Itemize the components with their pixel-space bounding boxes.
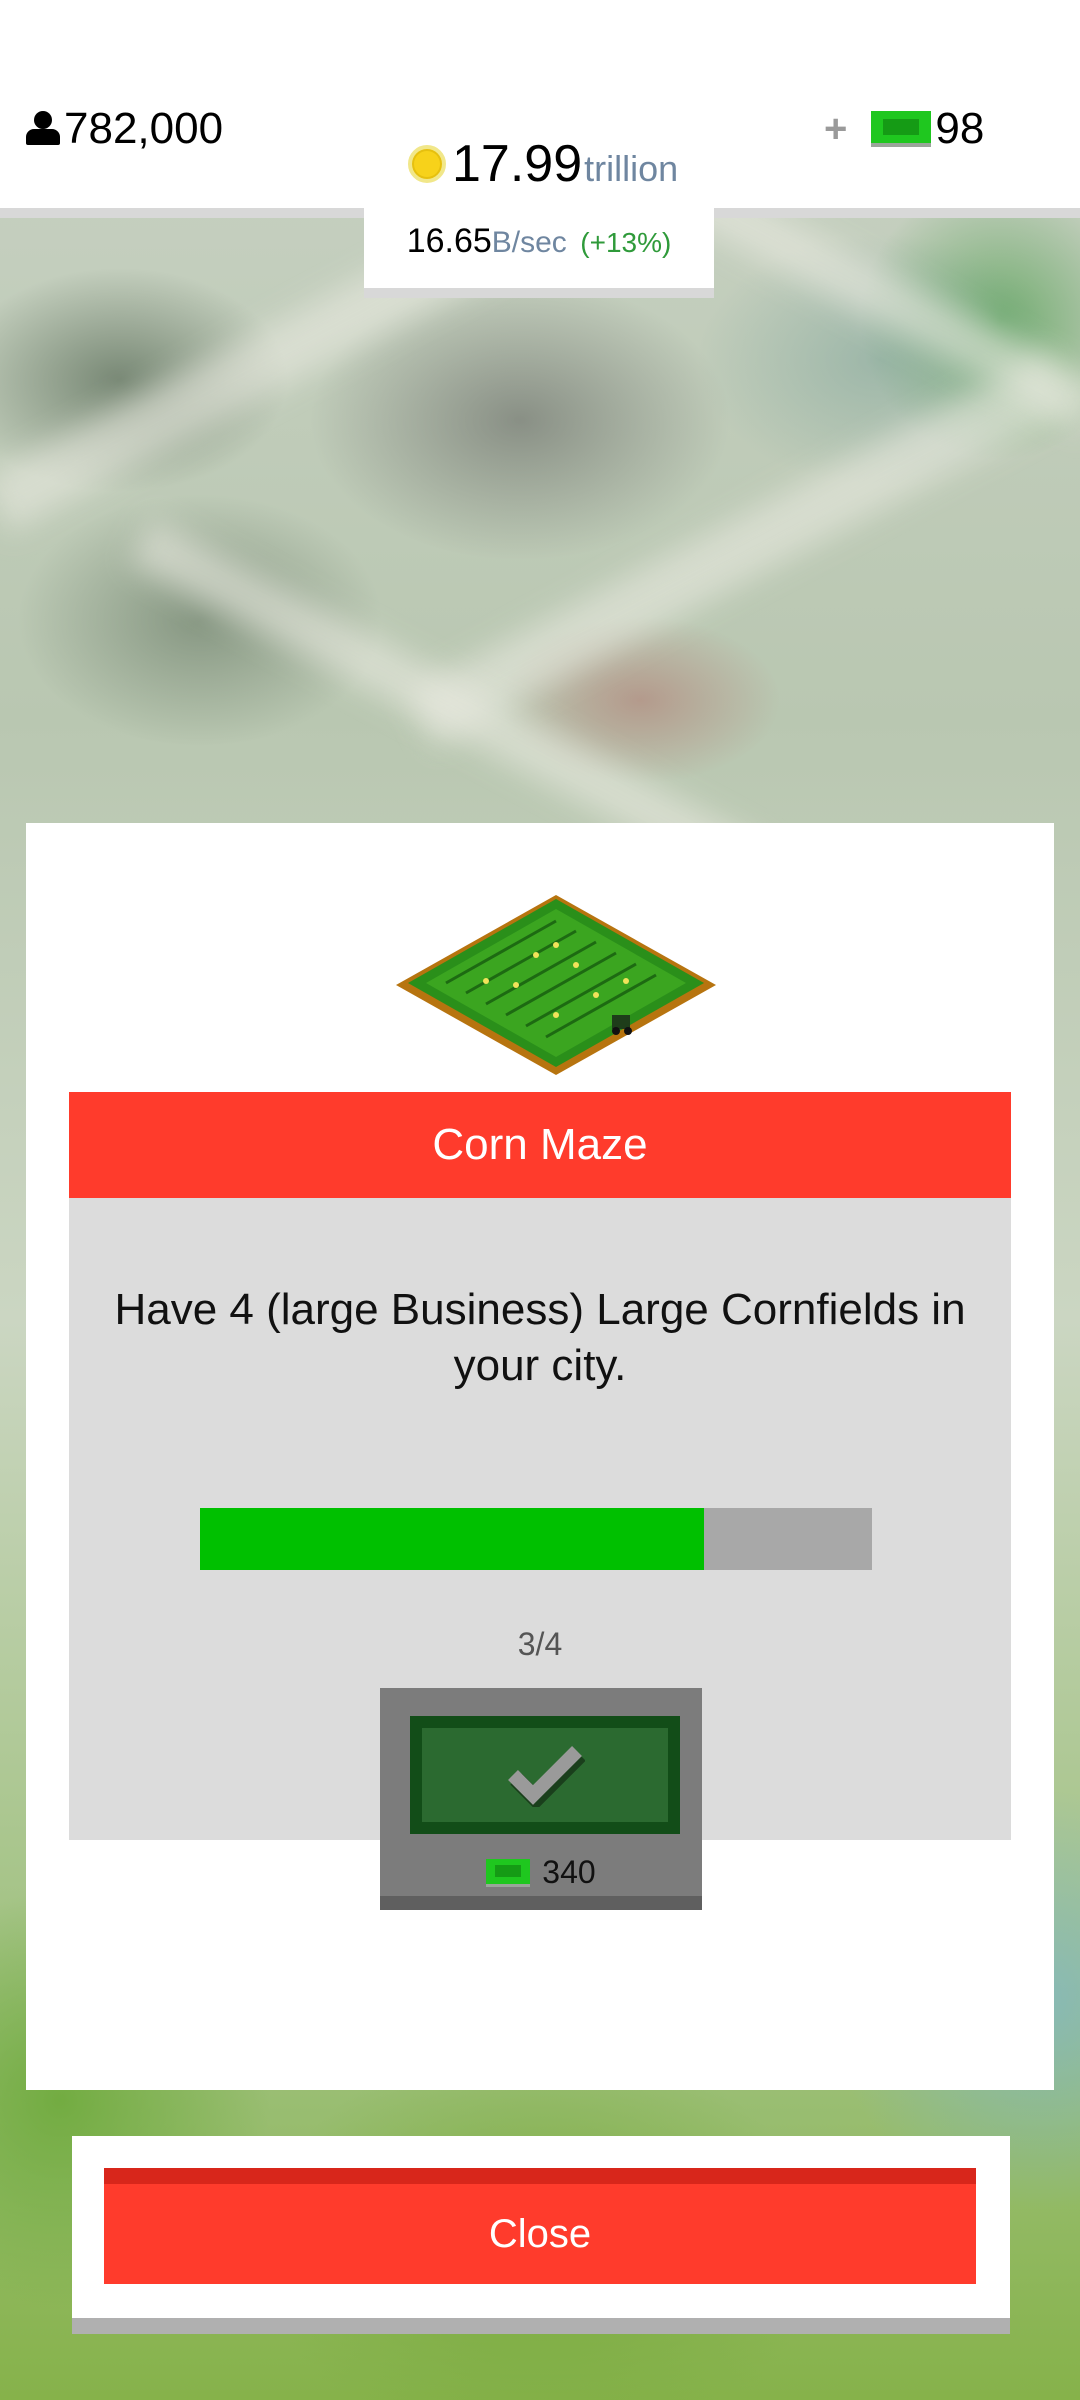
goal-dialog: Corn Maze Have 4 (large Business) Large …	[26, 823, 1054, 2090]
money-value: 17.99	[452, 135, 583, 193]
money-display: 17.99 trillion 16.65B/sec (+13%)	[364, 0, 714, 298]
goal-description: Have 4 (large Business) Large Cornfields…	[114, 1285, 966, 1390]
rate-bonus: (+13%)	[580, 227, 672, 258]
reward-amount: 340	[380, 1854, 702, 1891]
rate-value: 16.65	[406, 222, 492, 260]
money-unit: trillion	[584, 148, 679, 189]
add-bills-icon[interactable]: +	[824, 107, 847, 152]
cash-bill-icon	[871, 111, 932, 147]
goal-title: Corn Maze	[69, 1092, 1011, 1198]
close-button[interactable]: Close	[104, 2168, 976, 2284]
coin-icon	[408, 145, 446, 183]
progress-fill	[200, 1508, 704, 1570]
claim-button-face	[410, 1716, 680, 1834]
progress-bar	[200, 1508, 872, 1570]
income-rate: 16.65B/sec (+13%)	[364, 222, 714, 261]
close-button-container: Close	[72, 2136, 1010, 2334]
reward-value: 340	[542, 1854, 596, 1890]
claim-reward-button[interactable]: 340	[380, 1688, 702, 1910]
population-display: 782,000	[26, 104, 223, 154]
goal-panel: Have 4 (large Business) Large Cornfields…	[69, 1198, 1011, 1910]
bills-display[interactable]: + 98	[824, 104, 984, 154]
population-icon	[26, 111, 60, 147]
rate-unit: B/sec	[491, 226, 567, 259]
cornfield-tile-icon	[396, 895, 716, 1075]
progress-label: 3/4	[517, 1626, 563, 1662]
population-value: 782,000	[64, 104, 224, 153]
bills-count: 98	[935, 104, 985, 153]
cash-bill-icon	[486, 1858, 531, 1887]
checkmark-icon	[508, 1746, 585, 1807]
